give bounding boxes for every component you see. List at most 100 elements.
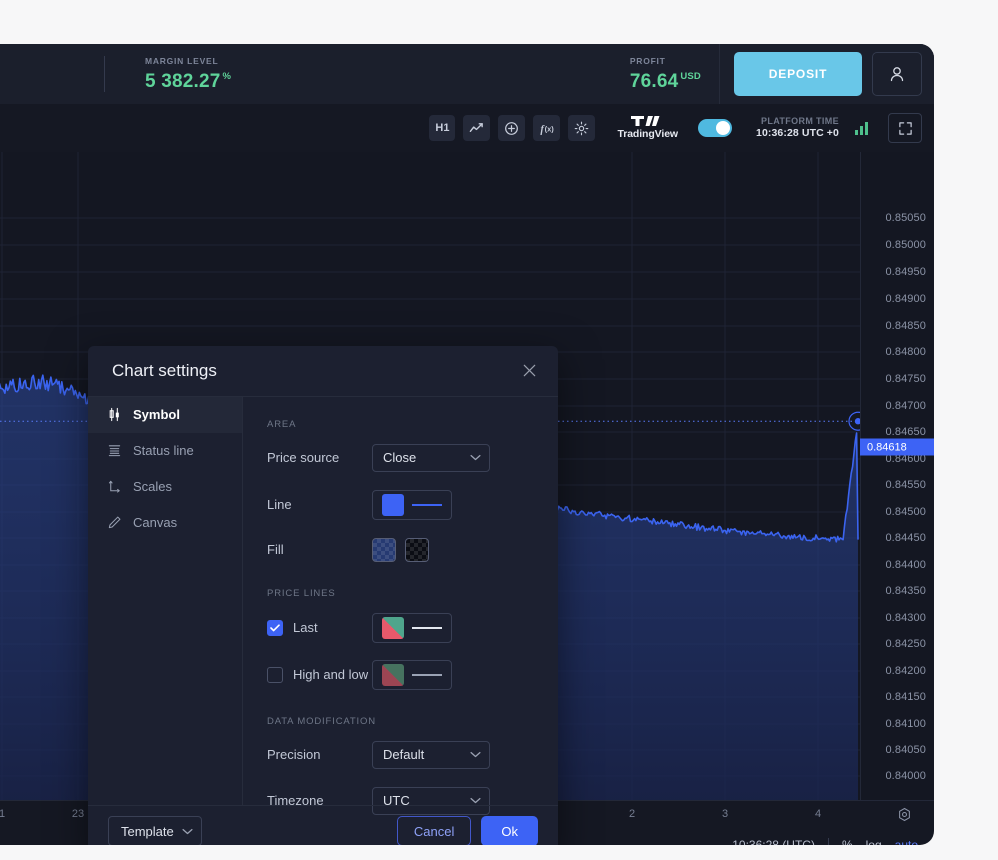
last-color-swatch[interactable] [382,616,404,639]
profit-number: 76.64 [629,70,679,92]
dialog-close-button[interactable] [521,362,538,379]
function-button[interactable]: f (x) [533,115,561,141]
line-color-swatch[interactable] [382,493,404,516]
template-button[interactable]: Template [108,816,202,845]
platform-time-label: PLATFORM TIME [760,115,839,126]
cancel-button[interactable]: Cancel [396,816,472,845]
sidebar-item-symbol-label: Symbol [133,407,180,423]
last-checkbox[interactable] [267,619,283,636]
row-line: Line [267,489,534,520]
price-tick: 0.84700 [885,400,926,412]
fullscreen-button[interactable] [888,113,922,143]
tradingview-logo[interactable]: TradingView [617,116,678,140]
last-style-control[interactable] [372,612,452,643]
tradingview-toggle[interactable] [698,119,732,137]
account-bar-left: MARGIN LEVEL 5 382.27% [0,44,590,104]
fill-color-swatch-1[interactable] [372,537,396,562]
margin-level-unit: % [222,71,232,83]
high-low-style-control[interactable] [372,659,452,690]
log-scale-button[interactable]: log [866,838,882,845]
last-label: Last [293,620,318,636]
margin-level-value: 5 382.27% [145,72,231,91]
chevron-down-icon [470,455,481,461]
profit-label: PROFIT [629,56,666,67]
chart-settings-button[interactable] [568,115,596,141]
account-avatar-button[interactable] [872,52,922,96]
price-tick: 0.84900 [885,293,926,305]
template-label: Template [121,823,174,839]
vertical-divider [104,56,105,92]
price-tick: 0.85000 [885,239,926,251]
chart-type-button[interactable] [463,115,491,141]
high-low-color-swatch[interactable] [382,663,404,686]
line-style-control[interactable] [372,489,452,520]
percent-scale-button[interactable]: % [842,838,853,845]
fx-icon: f (x) [541,124,555,135]
price-tick: 0.84950 [885,266,926,278]
gear-icon [575,121,589,135]
time-tick: 3 [721,808,729,820]
plus-circle-icon [505,121,519,135]
deposit-button[interactable]: DEPOSIT [734,52,862,96]
row-price-source: Price source Close [267,443,534,472]
price-tick: 0.84500 [885,506,926,518]
pencil-icon [106,515,122,531]
time-tick: 2 [628,808,636,820]
dialog-header: Chart settings [88,346,558,397]
price-tick: 0.84050 [885,744,926,756]
price-source-select[interactable]: Close [372,443,490,472]
precision-select[interactable]: Default [372,740,490,769]
last-line-preview[interactable] [412,626,442,629]
tradingview-label: TradingView [617,128,678,140]
price-tick: 0.84750 [885,373,926,385]
price-source-label: Price source [267,450,340,466]
margin-level-label: MARGIN LEVEL [145,56,219,67]
last-price-badge: 0.84618 [860,438,934,456]
high-low-label: High and low [293,667,369,683]
price-tick: 0.84150 [885,691,926,703]
profit-stat: PROFIT 76.64 USD [630,57,719,91]
status-divider [827,837,829,845]
price-tick: 0.84300 [885,612,926,624]
dialog-body: Symbol Status line Scales Canvas AREA Pr… [88,396,558,815]
sidebar-item-scales[interactable]: Scales [88,469,242,505]
high-low-checkbox[interactable] [267,666,283,683]
account-divider [719,44,720,104]
candlestick-icon [106,407,122,423]
timeframe-button[interactable]: H1 [429,115,456,141]
precision-label: Precision [267,747,321,763]
signal-bars-icon [855,121,868,135]
add-indicator-button[interactable] [498,115,526,141]
price-axis[interactable]: 0.85050 0.85000 0.84950 0.84900 0.84850 0.848… [860,152,934,800]
tradingview-mark-icon [630,116,660,126]
fill-color-swatch-2[interactable] [405,537,429,562]
chevron-down-icon [470,752,481,758]
chart-toolbar: H1 f (x) TradingView PLATFORM TIME 10:36… [0,104,934,152]
section-label-data-modification: DATA MODIFICATION [267,715,377,727]
price-tick: 0.84100 [885,718,926,730]
dialog-footer: Template Cancel Ok [88,805,558,845]
sidebar-item-canvas[interactable]: Canvas [88,505,242,541]
margin-level-stat: MARGIN LEVEL 5 382.27% [145,57,231,91]
price-tick: 0.84200 [885,665,926,677]
time-tick: 1 [0,808,6,820]
trading-app-panel: MARGIN LEVEL 5 382.27% PROFIT 76.64 USD D… [0,44,934,845]
profit-currency: USD [680,71,701,83]
account-bar: MARGIN LEVEL 5 382.27% PROFIT 76.64 USD D… [0,44,934,104]
row-last-price-line: Last [267,612,534,643]
section-label-price-lines: PRICE LINES [267,587,336,599]
high-low-line-preview[interactable] [412,673,442,676]
line-width-preview[interactable] [412,503,442,506]
axis-settings-button[interactable] [897,807,912,827]
sidebar-item-symbol[interactable]: Symbol [88,396,242,433]
platform-time: PLATFORM TIME 10:36:28 UTC +0 [756,116,839,140]
price-tick: 0.84550 [885,479,926,491]
price-tick: 0.84650 [885,426,926,438]
section-label-area: AREA [267,418,297,430]
page-root: MARGIN LEVEL 5 382.27% PROFIT 76.64 USD D… [0,0,998,860]
auto-scale-button[interactable]: auto [895,838,918,845]
expand-icon [898,121,912,135]
sidebar-item-status-line[interactable]: Status line [88,433,242,469]
time-tick: 4 [814,808,822,820]
ok-button[interactable]: Ok [481,816,538,845]
